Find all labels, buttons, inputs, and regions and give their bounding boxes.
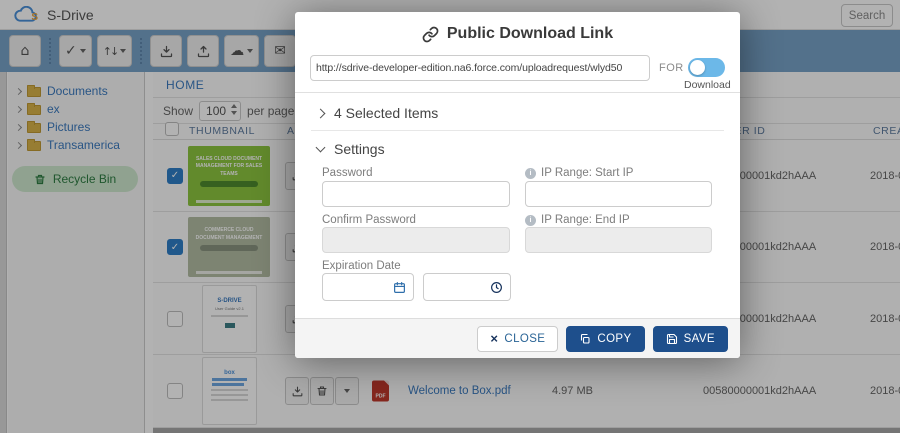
url-row: FOR Download xyxy=(310,55,725,81)
expiration-date-label: Expiration Date xyxy=(322,260,401,272)
ip-start-input[interactable] xyxy=(525,181,712,207)
download-toggle[interactable] xyxy=(688,58,725,77)
modal-title: Public Download Link xyxy=(295,12,740,43)
settings-section-toggle[interactable]: Settings xyxy=(317,141,385,157)
password-input[interactable] xyxy=(322,181,510,207)
info-icon: i xyxy=(525,215,536,226)
public-link-input[interactable] xyxy=(310,55,650,81)
s-drive-app: S S-Drive Search ⌂ ✓ ↑↓ ☁ ✉ xyxy=(0,0,900,433)
expiration-time-input[interactable] xyxy=(423,273,511,301)
chevron-right-icon xyxy=(316,108,326,118)
ip-end-label: i IP Range: End IP xyxy=(525,214,630,226)
for-label: FOR xyxy=(659,62,684,74)
download-toggle-label: Download xyxy=(684,79,731,91)
confirm-password-label: Confirm Password xyxy=(322,214,416,226)
divider xyxy=(311,130,724,131)
ip-end-input[interactable] xyxy=(525,227,712,253)
save-button[interactable]: SAVE xyxy=(653,326,728,352)
calendar-icon xyxy=(393,281,406,294)
info-icon: i xyxy=(525,168,536,179)
selected-items-section-toggle[interactable]: 4 Selected Items xyxy=(317,105,438,121)
link-icon xyxy=(422,26,439,43)
close-x-icon: × xyxy=(490,331,498,346)
confirm-password-input[interactable] xyxy=(322,227,510,253)
modal-footer: × CLOSE COPY SAVE xyxy=(295,318,740,358)
copy-button[interactable]: COPY xyxy=(566,326,644,352)
ip-start-label: i IP Range: Start IP xyxy=(525,167,633,179)
close-button[interactable]: × CLOSE xyxy=(477,326,558,352)
copy-icon xyxy=(579,333,591,345)
public-download-link-modal: Public Download Link FOR Download 4 Sele… xyxy=(295,12,740,358)
expiration-date-input[interactable] xyxy=(322,273,414,301)
clock-icon xyxy=(490,281,503,294)
divider xyxy=(295,92,740,93)
save-icon xyxy=(666,333,678,345)
password-label: Password xyxy=(322,167,373,179)
toggle-knob xyxy=(690,60,705,75)
chevron-down-icon xyxy=(316,143,326,153)
